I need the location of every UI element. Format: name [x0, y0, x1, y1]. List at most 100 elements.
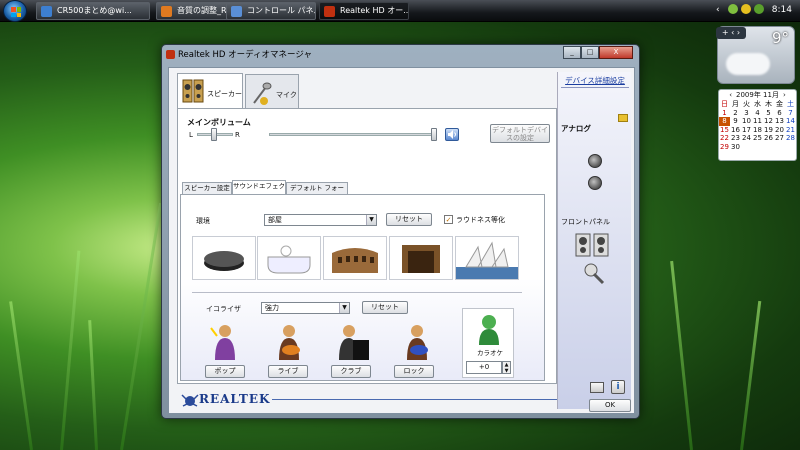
start-button[interactable]: [3, 0, 27, 22]
calendar-weekday: 土: [787, 100, 794, 108]
equalizer-select[interactable]: 強力 ▼: [261, 302, 350, 314]
prev-month-icon[interactable]: ‹: [727, 91, 734, 99]
calendar-day[interactable]: 29: [719, 143, 730, 152]
mute-button[interactable]: [445, 128, 459, 141]
taskbar-item-label: CR500まとめ@wi...: [57, 6, 132, 15]
system-tray: ‹ 8:14: [710, 0, 800, 22]
ok-button[interactable]: OK: [589, 399, 631, 412]
calendar-gadget[interactable]: ‹ 2009年 11月 › 日月火水木金土 1 2 3 4 5 6 7 8 9 10 11 12 13 14 15…: [718, 89, 797, 161]
calendar-day[interactable]: 7: [785, 109, 796, 118]
calendar-day[interactable]: 16: [730, 126, 741, 135]
calendar-day[interactable]: 25: [752, 134, 763, 143]
volume-slider[interactable]: [269, 133, 435, 136]
realtek-logo: REALTEK: [199, 392, 271, 406]
calendar-day[interactable]: 8: [719, 117, 730, 126]
close-button[interactable]: X: [599, 46, 633, 59]
eq-rock-button[interactable]: ロック: [394, 365, 434, 378]
balance-thumb[interactable]: [211, 128, 217, 141]
eq-live-button[interactable]: ライブ: [268, 365, 308, 378]
calendar-day[interactable]: 6: [774, 109, 785, 118]
front-panel-mic-icon[interactable]: [582, 262, 606, 286]
calendar-day[interactable]: 10: [741, 117, 752, 126]
env-preset-stone[interactable]: [192, 236, 256, 280]
document-icon: [161, 6, 172, 17]
equalizer-label: イコライザ: [206, 305, 241, 313]
taskbar-item-control-panel[interactable]: コントロール パネル: [226, 2, 316, 20]
chevron-down-icon: ▼: [366, 215, 376, 225]
speaker-icon: [182, 79, 204, 103]
tab-sound-effect[interactable]: サウンドエフェクト: [232, 180, 286, 201]
default-device-button[interactable]: デフォルトデバイスの設定: [490, 124, 550, 143]
security-icon[interactable]: [741, 4, 751, 14]
tray-expand-icon[interactable]: ‹: [716, 5, 720, 15]
minimize-button[interactable]: _: [563, 46, 581, 59]
analog-jack-1[interactable]: [588, 154, 602, 168]
calendar-day[interactable]: 23: [730, 134, 741, 143]
calendar-day[interactable]: 3: [741, 109, 752, 118]
calendar-day[interactable]: 1: [719, 109, 730, 118]
weather-gadget[interactable]: + ‹ › 9°: [716, 26, 795, 84]
tab-speaker[interactable]: スピーカー: [177, 73, 243, 109]
calendar-day[interactable]: 18: [752, 126, 763, 135]
gadget-controls[interactable]: + ‹ ›: [716, 27, 746, 39]
calendar-day[interactable]: 30: [730, 143, 741, 152]
env-preset-bathroom[interactable]: [257, 236, 321, 280]
calendar-day[interactable]: 22: [719, 134, 730, 143]
calendar-day[interactable]: 12: [763, 117, 774, 126]
volume-thumb[interactable]: [431, 128, 437, 141]
environment-select[interactable]: 部屋 ▼: [264, 214, 377, 226]
battery-icon[interactable]: [590, 382, 604, 393]
calendar-day[interactable]: 20: [774, 126, 785, 135]
calendar-day[interactable]: 5: [763, 109, 774, 118]
title-bar[interactable]: Realtek HD オーディオマネージャ _ □ X: [162, 45, 639, 66]
windows-logo-icon: [11, 7, 21, 17]
calendar-day[interactable]: 17: [741, 126, 752, 135]
calendar-day[interactable]: 26: [763, 134, 774, 143]
env-preset-opera-house[interactable]: [455, 236, 519, 280]
taskbar-item-realtek[interactable]: Realtek HD オー...: [319, 2, 409, 20]
calendar-day[interactable]: 13: [774, 117, 785, 126]
network-icon[interactable]: [728, 4, 738, 14]
eq-pop-button[interactable]: ポップ: [205, 365, 245, 378]
calendar-day[interactable]: 28: [785, 134, 796, 143]
calendar-day[interactable]: 27: [774, 134, 785, 143]
tab-mic-label: マイク: [276, 91, 297, 99]
env-preset-colosseum[interactable]: [323, 236, 387, 280]
calendar-day[interactable]: 11: [752, 117, 763, 126]
tab-mic[interactable]: マイク: [245, 74, 299, 108]
calendar-day[interactable]: 9: [730, 117, 741, 126]
calendar-day[interactable]: 14: [785, 117, 796, 126]
tab-speaker-config[interactable]: スピーカー設定: [182, 182, 232, 194]
volume-icon[interactable]: [754, 4, 764, 14]
taskbar-item-browser[interactable]: CR500まとめ@wi...: [36, 2, 150, 20]
bathtub-icon: [267, 245, 311, 274]
chevron-down-icon: ▼: [339, 303, 349, 313]
tab-default-format[interactable]: デフォルト フォーマット: [286, 182, 348, 203]
calendar-day[interactable]: 2: [730, 109, 741, 118]
folder-icon[interactable]: [618, 114, 628, 122]
analog-jack-2[interactable]: [588, 176, 602, 190]
device-advanced-settings-link[interactable]: デバイス詳細設定: [561, 74, 629, 88]
realtek-app-icon: [166, 50, 175, 59]
calendar-day[interactable]: 24: [741, 134, 752, 143]
front-panel-speaker-icon[interactable]: [575, 233, 609, 257]
calendar-day[interactable]: 19: [763, 126, 774, 135]
calendar-day[interactable]: 21: [785, 126, 796, 135]
taskbar-item-label: Realtek HD オー...: [340, 6, 409, 15]
eq-club-button[interactable]: クラブ: [331, 365, 371, 378]
env-preset-stage[interactable]: [389, 236, 453, 280]
calendar-weekday: 水: [754, 100, 761, 108]
equalizer-reset-button[interactable]: リセット: [362, 301, 408, 314]
info-icon[interactable]: i: [611, 380, 625, 394]
next-month-icon[interactable]: ›: [781, 91, 788, 99]
karaoke-value[interactable]: +0: [466, 361, 502, 374]
calendar-day[interactable]: 15: [719, 126, 730, 135]
calendar-day[interactable]: 4: [752, 109, 763, 118]
pop-singer-icon: [207, 322, 243, 362]
loudness-checkbox[interactable]: ✓: [444, 215, 453, 224]
environment-label: 環境: [196, 217, 210, 225]
clock[interactable]: 8:14: [772, 5, 792, 15]
karaoke-stepper[interactable]: ▲ ▼: [502, 361, 511, 374]
maximize-button[interactable]: □: [581, 46, 599, 59]
environment-reset-button[interactable]: リセット: [386, 213, 432, 226]
